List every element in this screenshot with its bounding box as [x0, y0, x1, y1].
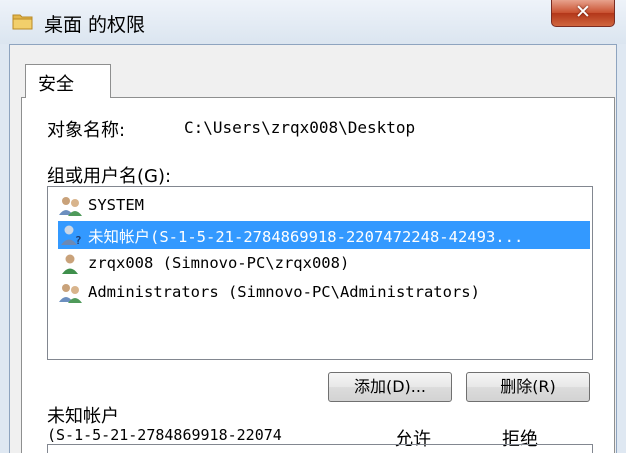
list-item-administrators[interactable]: Administrators (Simnovo-PC\Administrator…: [58, 279, 590, 307]
list-item-unknown-account[interactable]: ? 未知帐户(S-1-5-21-2784869918-2207472248-42…: [58, 221, 590, 249]
window-title: 桌面 的权限: [44, 14, 146, 36]
list-item-label: 未知帐户(S-1-5-21-2784869918-2207472248-4249…: [88, 228, 524, 246]
list-item-zrqx008[interactable]: zrqx008 (Simnovo-PC\zrqx008): [58, 250, 590, 278]
groups-listbox[interactable]: SYSTEM ? 未知帐户(S-1-5-21-2784869918-220747…: [47, 186, 593, 360]
object-name-label: 对象名称:: [47, 120, 126, 141]
remove-button[interactable]: 删除(R): [466, 372, 590, 402]
permissions-account-sid: (S-1-5-21-2784869918-22074: [47, 426, 282, 444]
folder-icon: [12, 14, 33, 30]
user-icon: [62, 254, 78, 274]
group-users-icon: [59, 197, 82, 216]
title-bar[interactable]: 桌面 的权限: [0, 0, 626, 44]
svg-text:?: ?: [75, 234, 82, 246]
tab-security-label: 安全: [38, 74, 74, 95]
group-users-icon: [59, 284, 82, 303]
object-name-value: C:\Users\zrqx008\Desktop: [184, 118, 416, 137]
tab-security[interactable]: 安全: [25, 64, 111, 98]
permissions-account-name: 未知帐户: [47, 406, 119, 427]
permissions-table[interactable]: [47, 444, 593, 453]
add-button[interactable]: 添加(D)...: [328, 372, 452, 402]
list-item-label: Administrators (Simnovo-PC\Administrator…: [88, 283, 480, 301]
close-icon: ✕: [575, 1, 591, 23]
unknown-user-icon: ?: [61, 225, 82, 246]
list-item-system[interactable]: SYSTEM: [58, 192, 590, 220]
list-item-label: SYSTEM: [88, 196, 144, 214]
groups-label: 组或用户名(G):: [47, 166, 172, 187]
list-item-label: zrqx008 (Simnovo-PC\zrqx008): [88, 254, 350, 272]
close-button[interactable]: ✕: [551, 0, 615, 27]
